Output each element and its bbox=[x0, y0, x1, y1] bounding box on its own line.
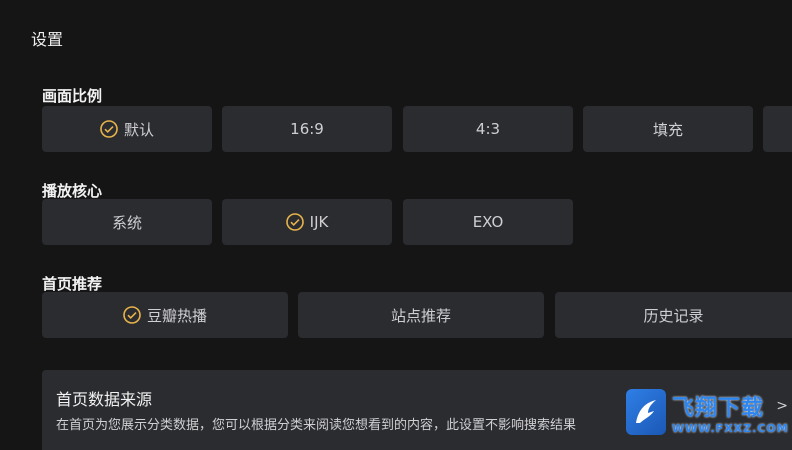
aspect-option-fill[interactable]: 填充 bbox=[583, 106, 753, 152]
section-label-home: 首页推荐 bbox=[42, 275, 103, 293]
card-description: 在首页为您展示分类数据，您可以根据分类来阅读您想看到的内容，此设置不影响搜索结果 bbox=[56, 418, 577, 433]
home-option-site[interactable]: 站点推荐 bbox=[298, 292, 544, 338]
check-circle-icon bbox=[100, 120, 118, 138]
core-option-system[interactable]: 系统 bbox=[42, 199, 212, 245]
option-label: 站点推荐 bbox=[390, 306, 451, 325]
watermark-name: 飞翔下载 bbox=[672, 395, 765, 421]
aspect-option-4-3[interactable]: 4:3 bbox=[403, 106, 573, 152]
aspect-option-more[interactable] bbox=[763, 106, 792, 152]
section-label-core: 播放核心 bbox=[42, 182, 103, 200]
section-label-aspect: 画面比例 bbox=[42, 87, 103, 105]
core-option-ijk[interactable]: IJK bbox=[222, 199, 392, 245]
watermark: 飞翔下载 WWW.FXXZ.COM bbox=[626, 382, 792, 442]
check-circle-icon bbox=[285, 213, 304, 231]
logo-icon bbox=[626, 389, 666, 435]
option-label: EXO bbox=[472, 213, 504, 231]
watermark-url: WWW.FXXZ.COM bbox=[672, 421, 789, 435]
option-label: 16:9 bbox=[290, 120, 324, 138]
aspect-option-16-9[interactable]: 16:9 bbox=[222, 106, 392, 152]
option-label: 填充 bbox=[652, 120, 683, 139]
home-option-douban[interactable]: 豆瓣热播 bbox=[42, 292, 288, 338]
option-label: 系统 bbox=[111, 213, 142, 232]
option-label: 豆瓣热播 bbox=[146, 306, 207, 325]
option-label: 4:3 bbox=[475, 120, 501, 138]
page-title: 设置 bbox=[31, 30, 64, 49]
card-title: 首页数据来源 bbox=[56, 390, 153, 409]
aspect-option-default[interactable]: 默认 bbox=[42, 106, 212, 152]
core-option-exo[interactable]: EXO bbox=[403, 199, 573, 245]
check-circle-icon bbox=[123, 306, 141, 324]
option-label: 默认 bbox=[123, 120, 154, 139]
option-label: 历史记录 bbox=[643, 306, 704, 325]
home-option-history[interactable]: 历史记录 bbox=[555, 292, 792, 338]
option-label: IJK bbox=[309, 213, 329, 231]
